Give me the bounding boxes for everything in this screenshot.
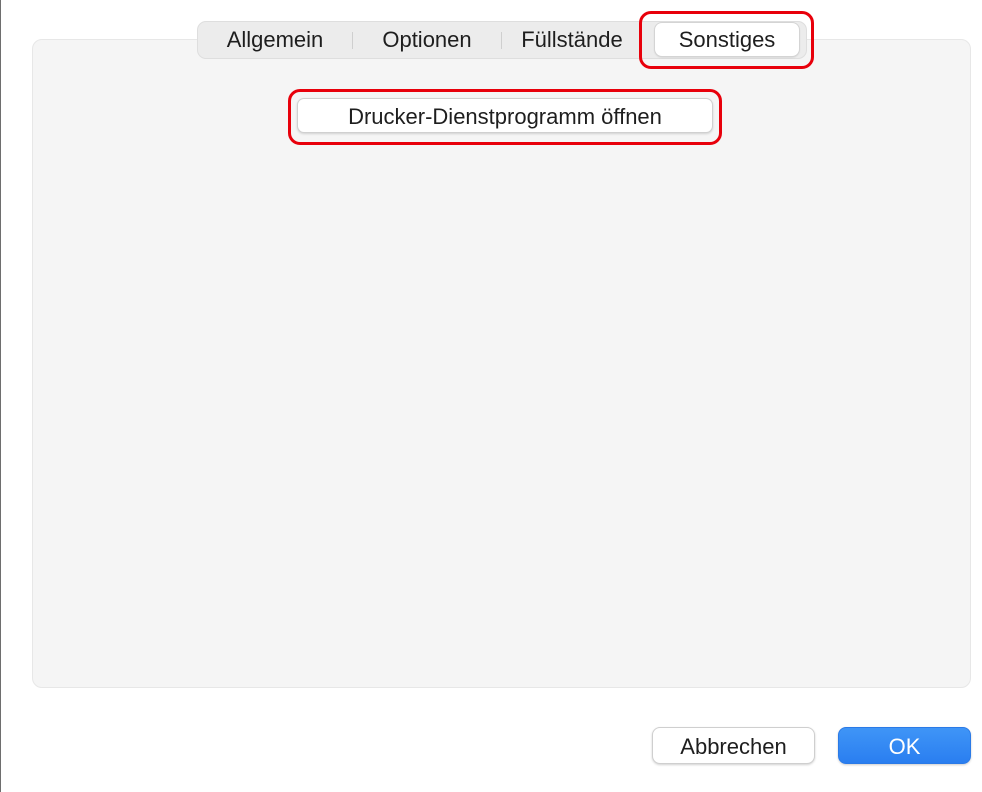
ok-button[interactable]: OK — [838, 727, 971, 764]
printer-settings-dialog: Allgemein Optionen Füllstände Sonstiges … — [0, 0, 982, 792]
open-printer-utility-button[interactable]: Drucker-Dienstprogramm öffnen — [297, 98, 713, 133]
tab-bar: Allgemein Optionen Füllstände Sonstiges — [197, 21, 807, 59]
tab-optionen[interactable]: Optionen — [353, 22, 501, 58]
tab-allgemein[interactable]: Allgemein — [198, 22, 352, 58]
tab-fuellstaende[interactable]: Füllstände — [502, 22, 642, 58]
content-panel — [32, 39, 971, 688]
tab-sonstiges[interactable]: Sonstiges — [655, 23, 799, 56]
cancel-button[interactable]: Abbrechen — [652, 727, 815, 764]
